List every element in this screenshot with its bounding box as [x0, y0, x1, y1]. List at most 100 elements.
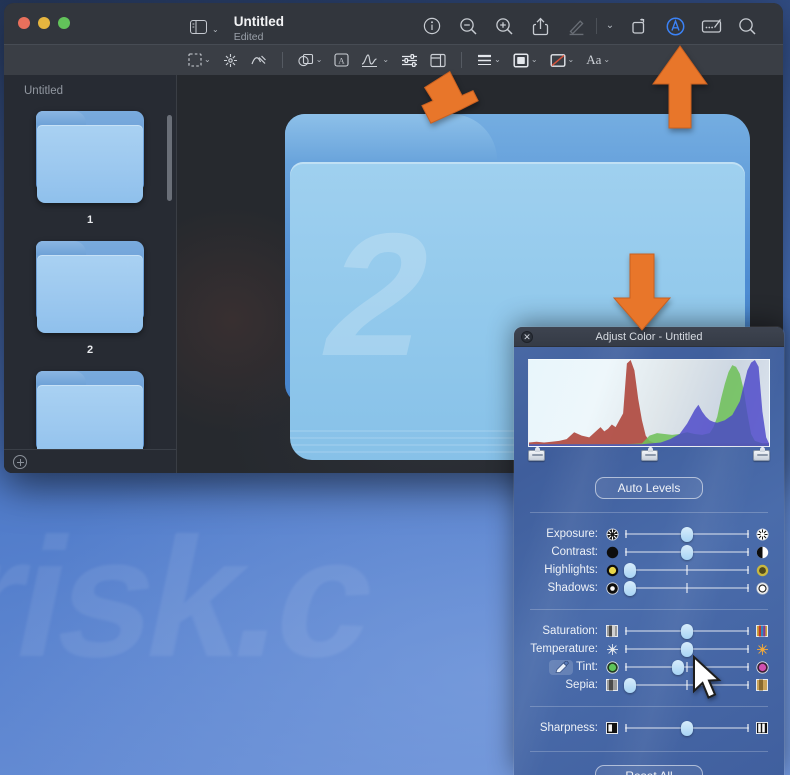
slider-knob[interactable] — [623, 563, 636, 578]
adjust-size-tool[interactable] — [424, 49, 452, 71]
shadows-slider[interactable] — [623, 580, 749, 596]
slider-label: Exposure: — [546, 528, 598, 540]
list-item[interactable]: 1 — [4, 105, 176, 226]
folder-thumbnail — [36, 241, 144, 333]
maximize-window-button[interactable] — [58, 17, 70, 29]
thumbnail-list[interactable]: 1 2 — [4, 103, 176, 449]
auto-levels-button[interactable]: Auto Levels — [595, 477, 703, 499]
slider-knob[interactable] — [681, 545, 693, 560]
eyedropper-icon[interactable] — [549, 659, 574, 675]
slider-row-sharpness[interactable]: Sharpness: — [528, 720, 770, 736]
saturation-high-icon — [754, 625, 770, 637]
slider-row-saturation[interactable]: Saturation: — [528, 623, 770, 639]
folder-thumbnail — [36, 371, 144, 449]
tint-green-icon — [604, 660, 620, 674]
list-item[interactable]: 2 — [4, 235, 176, 356]
slider-row-shadows[interactable]: Shadows: — [528, 580, 770, 596]
close-icon[interactable]: ✕ — [521, 331, 533, 343]
slider-row-contrast[interactable]: Contrast: — [528, 544, 770, 560]
slider-knob[interactable] — [623, 678, 636, 693]
slider-knob[interactable] — [623, 581, 636, 596]
chevron-down-icon: ⌄ — [603, 55, 611, 64]
contrast-slider[interactable] — [625, 544, 749, 560]
zoom-out-icon[interactable] — [450, 14, 486, 38]
tint-slider[interactable] — [625, 659, 749, 675]
thumbnail-page-number: 2 — [86, 344, 94, 356]
shapes-tool[interactable]: ⌄ — [292, 49, 329, 71]
slider-label: Temperature: — [530, 643, 598, 655]
sidebar-scrollbar[interactable] — [167, 115, 172, 201]
wallpaper-watermark: risk.c — [0, 503, 389, 693]
sign-tool[interactable]: ⌄ — [355, 49, 395, 71]
reset-all-button[interactable]: Reset All — [595, 765, 703, 775]
shape-style-tool[interactable]: ⌄ — [471, 49, 507, 71]
share-icon[interactable] — [522, 14, 558, 38]
slider-label: Tint: — [576, 661, 598, 673]
sharpness-slider[interactable] — [625, 720, 749, 736]
slider-row-temperature[interactable]: Temperature: — [528, 641, 770, 657]
slider-row-exposure[interactable]: Exposure: — [528, 526, 770, 542]
histogram-black-point-handle[interactable] — [528, 447, 545, 461]
search-icon[interactable] — [729, 14, 765, 38]
rotate-icon[interactable] — [621, 14, 657, 38]
pen-options-chevron[interactable]: ⌄ — [599, 14, 621, 38]
saturation-slider[interactable] — [625, 623, 749, 639]
svg-text:A: A — [339, 55, 346, 65]
shadows-high-icon — [754, 581, 770, 595]
info-icon[interactable] — [414, 14, 450, 38]
slider-row-highlights[interactable]: Highlights: — [528, 562, 770, 578]
slider-knob[interactable] — [672, 660, 685, 675]
slider-label: Highlights: — [544, 564, 598, 576]
text-tool[interactable]: A — [328, 49, 355, 71]
toolbar-divider — [596, 18, 597, 34]
border-color-tool[interactable]: ⌄ — [507, 49, 544, 71]
text-style-tool[interactable]: Aa ⌄ — [580, 49, 616, 71]
contrast-high-icon — [754, 546, 770, 559]
chevron-down-icon: ⌄ — [315, 55, 323, 64]
document-edited-status: Edited — [233, 30, 264, 43]
contrast-low-icon — [604, 546, 620, 559]
folder-image-watermark: 2 — [307, 198, 436, 393]
slider-label: Sepia: — [565, 679, 598, 691]
sepia-slider[interactable] — [623, 677, 749, 693]
plus-circle-icon[interactable] — [13, 454, 27, 469]
highlights-slider[interactable] — [623, 562, 749, 578]
shadows-low-icon — [604, 581, 620, 595]
sepia-on-icon — [754, 679, 770, 691]
fill-color-tool[interactable]: ⌄ — [544, 49, 581, 71]
markup-pen-icon[interactable] — [558, 14, 594, 38]
chevron-down-icon: ⌄ — [212, 24, 219, 34]
selection-tool[interactable]: ⌄ — [182, 49, 217, 71]
chevron-down-icon: ⌄ — [494, 55, 501, 64]
mouse-pointer-icon — [692, 654, 724, 706]
instant-alpha-tool[interactable] — [217, 49, 244, 71]
toolbar-divider — [461, 52, 463, 68]
traffic-light-group — [4, 3, 70, 29]
minimize-window-button[interactable] — [38, 17, 50, 29]
slider-row-sepia[interactable]: Sepia: — [528, 677, 770, 693]
chevron-down-icon: ⌄ — [530, 55, 538, 64]
slider-label: Shadows: — [547, 582, 598, 594]
annotate-icon[interactable] — [657, 14, 693, 38]
histogram-midpoint-handle[interactable] — [641, 447, 658, 461]
exposure-slider[interactable] — [625, 526, 749, 542]
saturation-low-icon — [604, 625, 620, 637]
toolbar-divider — [281, 52, 283, 68]
sidebar-toggle-button[interactable]: ⌄ — [190, 20, 219, 39]
close-window-button[interactable] — [18, 17, 30, 29]
sketch-tool[interactable] — [244, 49, 273, 71]
list-item[interactable] — [4, 365, 176, 449]
temperature-slider[interactable] — [625, 641, 749, 657]
chevron-down-icon: ⌄ — [204, 55, 211, 64]
slider-knob[interactable] — [681, 624, 693, 639]
text-style-label: Aa — [586, 52, 602, 67]
histogram-white-point-handle[interactable] — [753, 447, 770, 461]
adjust-color-tool[interactable] — [395, 49, 424, 71]
exposure-high-icon — [754, 527, 770, 541]
signature-icon[interactable] — [693, 14, 729, 38]
slider-knob[interactable] — [681, 721, 693, 736]
slider-row-tint[interactable]: Tint: — [528, 659, 770, 675]
slider-knob[interactable] — [681, 527, 693, 542]
zoom-in-icon[interactable] — [486, 14, 522, 38]
sidebar-footer — [4, 449, 176, 473]
